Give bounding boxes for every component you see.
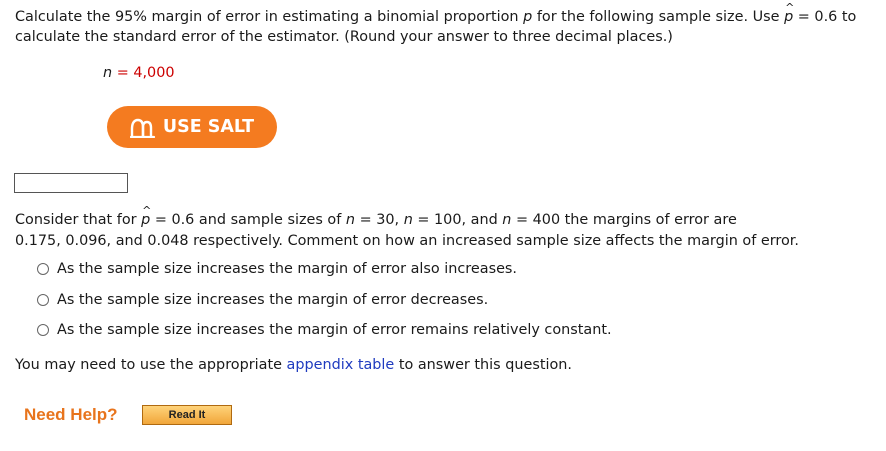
n-symbol: n bbox=[403, 212, 413, 228]
appendix-text-before: You may need to use the appropriate bbox=[15, 357, 287, 373]
use-salt-button[interactable]: USE SALT bbox=[107, 106, 277, 148]
n-symbol: n bbox=[345, 212, 356, 228]
appendix-note: You may need to use the appropriate appe… bbox=[15, 355, 572, 375]
radio-option-label: As the sample size increases the margin … bbox=[57, 322, 612, 338]
question2-line2: 0.175, 0.096, and 0.048 respectively. Co… bbox=[15, 233, 799, 249]
q1-text-b: for the following sample size. Use bbox=[532, 9, 785, 25]
p-symbol: p bbox=[523, 9, 533, 25]
radio-button[interactable] bbox=[37, 294, 49, 306]
q1-text-c: = 0.6 to bbox=[793, 9, 857, 25]
q2-text-a: Consider that for bbox=[15, 212, 142, 228]
use-salt-label: USE SALT bbox=[162, 117, 255, 137]
radio-option-1[interactable]: As the sample size increases the margin … bbox=[37, 259, 517, 279]
salt-icon bbox=[129, 118, 155, 138]
radio-button[interactable] bbox=[37, 324, 49, 336]
read-it-button[interactable]: Read It bbox=[142, 405, 232, 425]
answer-input[interactable] bbox=[14, 173, 128, 193]
radio-option-label: As the sample size increases the margin … bbox=[57, 261, 518, 277]
p-hat-symbol: p bbox=[141, 201, 151, 230]
question1-line1: Calculate the 95% margin of error in est… bbox=[15, 0, 857, 27]
q2-text-d: = 100, and bbox=[412, 212, 503, 228]
appendix-text-after: to answer this question. bbox=[394, 357, 572, 373]
n-symbol: n bbox=[103, 65, 113, 81]
q2-text-b: = 0.6 and sample sizes of bbox=[150, 212, 346, 228]
q2-text-c: = 30, bbox=[355, 212, 404, 228]
p-hat-symbol: p bbox=[784, 0, 794, 27]
question2-line1: Consider that for p = 0.6 and sample siz… bbox=[15, 201, 737, 230]
need-help-label: Need Help? bbox=[24, 405, 118, 424]
sample-size: n = 4,000 bbox=[103, 63, 175, 83]
radio-option-2[interactable]: As the sample size increases the margin … bbox=[37, 290, 488, 310]
question1-line2: calculate the standard error of the esti… bbox=[15, 29, 673, 45]
radio-option-label: As the sample size increases the margin … bbox=[57, 292, 489, 308]
appendix-table-link[interactable]: appendix table bbox=[287, 357, 395, 373]
q1-text-a: Calculate the 95% margin of error in est… bbox=[15, 9, 524, 25]
q2-text-e: = 400 the margins of error are bbox=[511, 212, 737, 228]
radio-option-3[interactable]: As the sample size increases the margin … bbox=[37, 320, 612, 340]
radio-button[interactable] bbox=[37, 263, 49, 275]
sample-size-value: = 4,000 bbox=[112, 65, 175, 81]
